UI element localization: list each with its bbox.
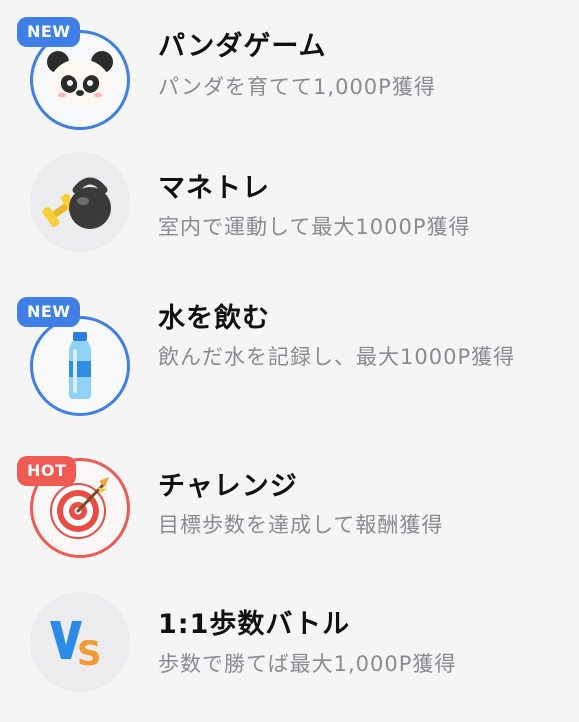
item-title: 水を飲む bbox=[158, 303, 270, 334]
icon-circle: S bbox=[30, 592, 130, 692]
hot-badge: HOT bbox=[17, 456, 77, 486]
item-title: マネトレ bbox=[158, 173, 270, 204]
item-subtitle: パンダを育てて1,000P獲得 bbox=[158, 75, 436, 99]
list-item-step-battle[interactable]: S 1:1歩数バトル 歩数で勝てば最大1,000P獲得 bbox=[0, 592, 579, 722]
icon-circle bbox=[30, 152, 130, 252]
list-item-drink-water[interactable]: NEW 水を飲む 飲んだ水を記録し、最大1000P獲得 bbox=[0, 292, 579, 422]
item-title: 1:1歩数バトル bbox=[158, 609, 351, 640]
panda-icon bbox=[47, 51, 113, 109]
list-item-manetore[interactable]: マネトレ 室内で運動して最大1000P獲得 bbox=[0, 152, 579, 282]
icon-container bbox=[30, 152, 130, 252]
item-subtitle: 飲んだ水を記録し、最大1000P獲得 bbox=[158, 345, 516, 369]
water-bottle-icon bbox=[69, 332, 91, 399]
new-badge: NEW bbox=[17, 297, 81, 327]
vs-icon: S bbox=[50, 621, 102, 669]
list-item-challenge[interactable]: HOT チャレンジ 目標歩数を達成して報酬獲得 bbox=[0, 456, 579, 588]
list-item-panda-game[interactable]: NEW パンダゲーム パンダを育てて1,000P獲得 bbox=[0, 12, 579, 142]
item-title: パンダゲーム bbox=[158, 31, 327, 62]
item-subtitle: 目標歩数を達成して報酬獲得 bbox=[158, 513, 444, 537]
icon-container: NEW bbox=[17, 297, 130, 416]
item-title: チャレンジ bbox=[158, 471, 298, 502]
kettlebell-dumbbell-icon bbox=[42, 177, 111, 229]
icon-container: NEW bbox=[17, 17, 130, 130]
icon-container: S bbox=[30, 592, 130, 692]
item-subtitle: 歩数で勝てば最大1,000P獲得 bbox=[158, 652, 457, 676]
icon-ring bbox=[30, 316, 130, 416]
feature-list: NEW パンダゲーム パンダを育てて1,000P獲得 マネトレ 室内で運動して最… bbox=[0, 0, 579, 705]
new-badge: NEW bbox=[17, 17, 81, 47]
item-subtitle: 室内で運動して最大1000P獲得 bbox=[158, 215, 471, 239]
icon-container: HOT bbox=[17, 456, 130, 558]
svg-text:S: S bbox=[77, 634, 102, 669]
